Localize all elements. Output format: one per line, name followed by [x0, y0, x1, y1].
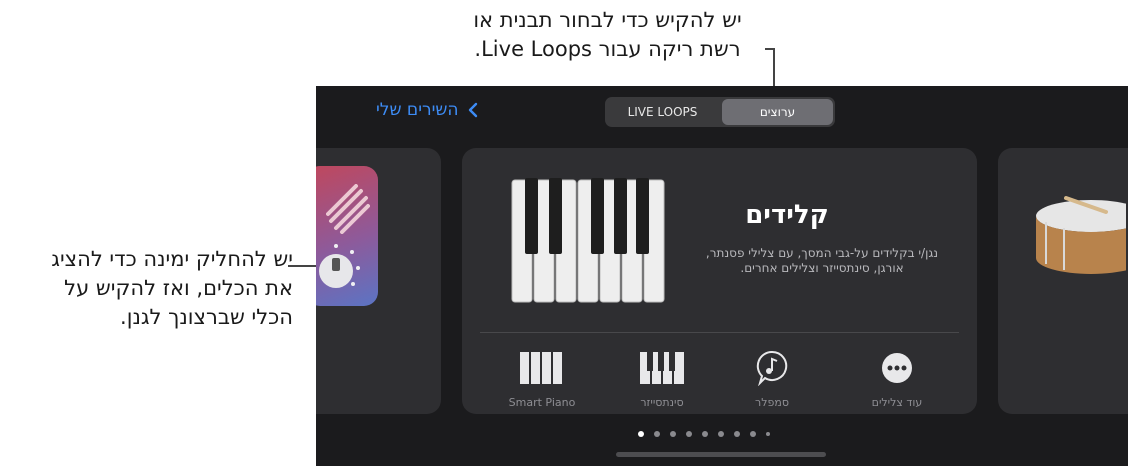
sampler-note-icon — [756, 350, 788, 386]
description-line2: אורגן, סינתסייזר וצלילים אחרים. — [740, 261, 904, 275]
segment-live-loops[interactable]: LIVE LOOPS — [607, 99, 718, 125]
callout-left-line3: הכלי שברצונך לגנן. — [120, 305, 293, 329]
option-label: סמפלר — [755, 396, 789, 409]
page-dot — [750, 431, 756, 437]
page-dot — [766, 432, 770, 436]
instrument-card-next[interactable] — [998, 148, 1128, 414]
instrument-description: נגן/י בקלידים על-גבי המסך, עם צלילי פסנת… — [677, 246, 967, 276]
page-dot — [702, 431, 708, 437]
option-more-sounds[interactable]: עוד צלילים — [837, 348, 957, 409]
callout-left-line2: את הכלים, ואז להקיש על — [64, 276, 293, 300]
page-indicator[interactable] — [638, 431, 770, 437]
previous-instrument-icon — [316, 166, 378, 306]
option-sampler[interactable]: סמפלר — [712, 348, 832, 409]
callout-top-line2: רשת ריקה עבור Live Loops. — [474, 37, 741, 61]
my-songs-back-button[interactable]: השירים שלי — [376, 100, 481, 120]
drum-icon — [1036, 196, 1126, 274]
more-ellipsis-icon — [882, 353, 912, 383]
page-dot — [734, 431, 740, 437]
page-dot — [718, 431, 724, 437]
page-dot — [670, 431, 676, 437]
segment-tracks[interactable]: ערוצים — [722, 99, 833, 125]
page-dot — [686, 431, 692, 437]
back-label: השירים שלי — [376, 100, 459, 120]
home-indicator[interactable] — [616, 452, 826, 457]
option-synthesizer[interactable]: סינתסייזר — [602, 348, 722, 409]
keyboard-instrument-card[interactable]: קלידים נגן/י בקלידים על-גבי המסך, עם צלי… — [462, 148, 977, 414]
option-label: עוד צלילים — [871, 396, 923, 409]
card-divider — [480, 332, 959, 333]
smart-piano-icon — [520, 352, 562, 384]
mode-segmented-control[interactable]: LIVE LOOPS ערוצים — [605, 97, 835, 127]
description-line1: נגן/י בקלידים על-גבי המסך, עם צלילי פסנת… — [705, 246, 939, 260]
device-screen: השירים שלי LIVE LOOPS ערוצים קלידים נגן/… — [316, 86, 1128, 466]
instrument-title: קלידים — [745, 200, 829, 230]
page-dot-active — [638, 431, 644, 437]
option-smart-piano[interactable]: Smart Piano — [482, 348, 602, 409]
option-label: סינתסייזר — [640, 396, 684, 409]
callout-template-tip: יש להקיש כדי לבחור תבנית או רשת ריקה עבו… — [440, 6, 775, 64]
piano-keys-illustration — [511, 178, 665, 303]
callout-swipe-tip: יש להחליק ימינה כדי להציג את הכלים, ואז … — [51, 245, 293, 332]
chevron-left-icon — [468, 102, 477, 118]
page-dot — [654, 431, 660, 437]
callout-top-line1: יש להקיש כדי לבחור תבנית או — [473, 8, 742, 32]
callout-top-leader-h — [765, 48, 774, 50]
synth-keys-icon — [640, 352, 684, 384]
option-label: Smart Piano — [508, 396, 576, 409]
callout-left-line1: יש להחליק ימינה כדי להציג — [51, 247, 293, 271]
